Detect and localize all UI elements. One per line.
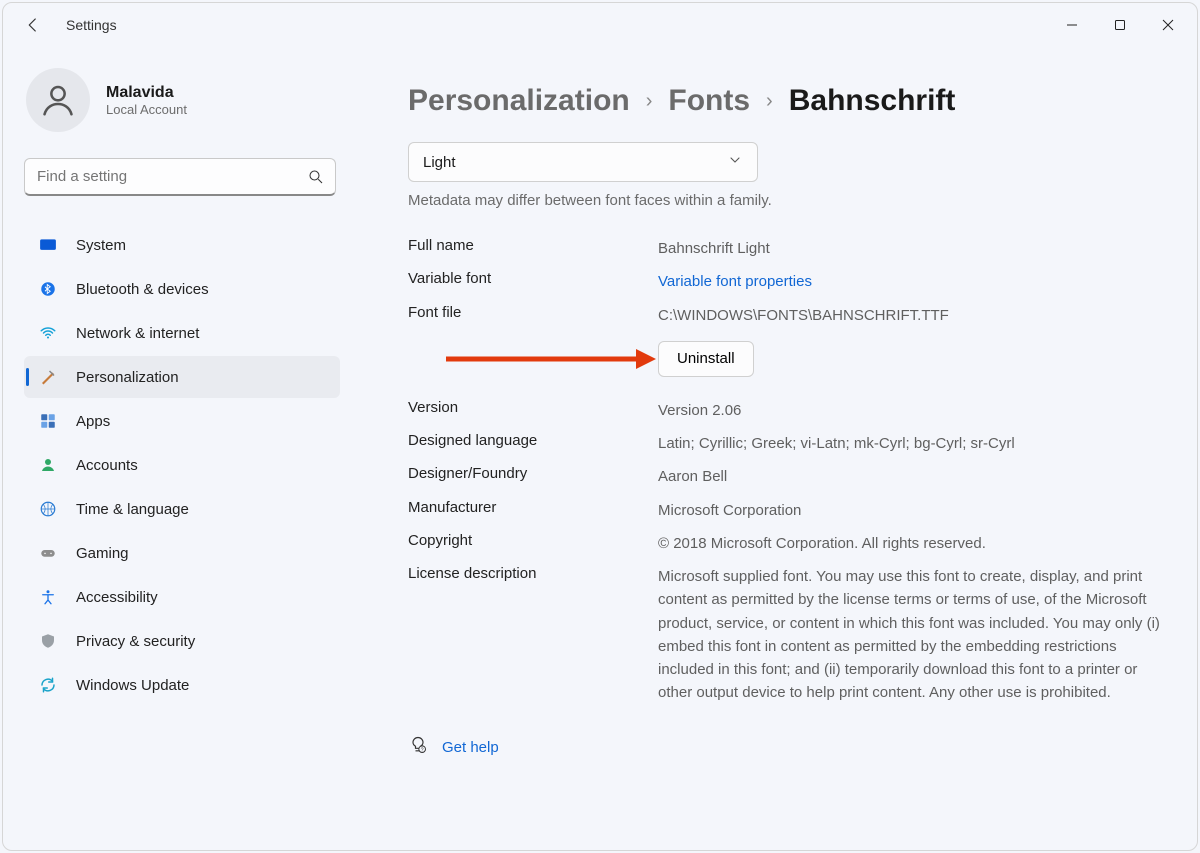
sidebar-item-apps[interactable]: Apps: [24, 400, 340, 442]
value-copyright: © 2018 Microsoft Corporation. All rights…: [658, 532, 986, 555]
svg-text:?: ?: [421, 747, 424, 753]
sidebar-item-label: Gaming: [76, 545, 129, 562]
sidebar-item-time-language[interactable]: Time & language: [24, 488, 340, 530]
label-designed-language: Designed language: [408, 432, 658, 449]
font-face-value: Light: [423, 154, 456, 171]
label-copyright: Copyright: [408, 532, 658, 549]
sidebar-item-label: Accounts: [76, 457, 138, 474]
breadcrumb-personalization[interactable]: Personalization: [408, 84, 630, 118]
sidebar-item-personalization[interactable]: Personalization: [24, 356, 340, 398]
wifi-icon: [38, 323, 58, 343]
bluetooth-icon: [38, 279, 58, 299]
breadcrumb-current: Bahnschrift: [789, 84, 956, 118]
sidebar-item-accessibility[interactable]: Accessibility: [24, 576, 340, 618]
label-variable-font: Variable font: [408, 270, 658, 287]
uninstall-button[interactable]: Uninstall: [658, 341, 754, 377]
system-icon: [38, 235, 58, 255]
app-title: Settings: [66, 17, 117, 33]
search-input[interactable]: [24, 158, 336, 196]
maximize-button[interactable]: [1096, 7, 1144, 43]
font-face-select[interactable]: Light: [408, 142, 758, 182]
label-full-name: Full name: [408, 237, 658, 254]
breadcrumb-fonts[interactable]: Fonts: [668, 84, 750, 118]
main: Personalization › Fonts › Bahnschrift Li…: [360, 50, 1200, 853]
arrow-annotation-icon: [446, 347, 656, 371]
sidebar-item-system[interactable]: System: [24, 224, 340, 266]
sidebar-item-label: Network & internet: [76, 325, 199, 342]
sidebar-item-accounts[interactable]: Accounts: [24, 444, 340, 486]
nav: System Bluetooth & devices Network & int…: [24, 224, 340, 706]
user-block[interactable]: Malavida Local Account: [24, 68, 352, 132]
gaming-icon: [38, 543, 58, 563]
link-variable-font-properties[interactable]: Variable font properties: [658, 270, 812, 293]
sidebar-item-label: Accessibility: [76, 589, 158, 606]
chevron-down-icon: [727, 152, 743, 172]
get-help-link[interactable]: Get help: [442, 739, 499, 756]
paintbrush-icon: [38, 367, 58, 387]
apps-icon: [38, 411, 58, 431]
search-icon[interactable]: [306, 167, 326, 187]
chevron-right-icon: ›: [766, 90, 773, 113]
value-license: Microsoft supplied font. You may use thi…: [658, 565, 1164, 705]
value-manufacturer: Microsoft Corporation: [658, 499, 801, 522]
breadcrumb: Personalization › Fonts › Bahnschrift: [408, 84, 1164, 118]
update-icon: [38, 675, 58, 695]
chevron-right-icon: ›: [646, 90, 653, 113]
sidebar-item-network[interactable]: Network & internet: [24, 312, 340, 354]
sidebar-item-label: Privacy & security: [76, 633, 195, 650]
help-icon: ?: [408, 735, 428, 760]
close-button[interactable]: [1144, 7, 1192, 43]
sidebar-item-label: Apps: [76, 413, 110, 430]
avatar: [26, 68, 90, 132]
label-version: Version: [408, 399, 658, 416]
minimize-button[interactable]: [1048, 7, 1096, 43]
value-font-file: C:\WINDOWS\FONTS\BAHNSCHRIFT.TTF: [658, 304, 949, 327]
accounts-icon: [38, 455, 58, 475]
titlebar: Settings: [0, 0, 1200, 50]
sidebar-item-label: Windows Update: [76, 677, 189, 694]
shield-icon: [38, 631, 58, 651]
sidebar-item-label: Bluetooth & devices: [76, 281, 209, 298]
sidebar-item-label: System: [76, 237, 126, 254]
globe-clock-icon: [38, 499, 58, 519]
value-designer: Aaron Bell: [658, 465, 727, 488]
back-button[interactable]: [24, 16, 42, 34]
search-wrap: [24, 158, 336, 196]
window-controls: [1048, 7, 1192, 43]
sidebar-item-label: Time & language: [76, 501, 189, 518]
value-designed-language: Latin; Cyrillic; Greek; vi-Latn; mk-Cyrl…: [658, 432, 1015, 455]
label-license: License description: [408, 565, 658, 582]
sidebar-item-gaming[interactable]: Gaming: [24, 532, 340, 574]
sidebar-item-label: Personalization: [76, 369, 179, 386]
user-name: Malavida: [106, 84, 187, 102]
sidebar: Malavida Local Account System Bluetooth …: [0, 50, 360, 853]
value-full-name: Bahnschrift Light: [658, 237, 770, 260]
label-manufacturer: Manufacturer: [408, 499, 658, 516]
accessibility-icon: [38, 587, 58, 607]
sidebar-item-bluetooth[interactable]: Bluetooth & devices: [24, 268, 340, 310]
value-version: Version 2.06: [658, 399, 741, 422]
sidebar-item-windows-update[interactable]: Windows Update: [24, 664, 340, 706]
label-font-file: Font file: [408, 304, 658, 321]
sidebar-item-privacy[interactable]: Privacy & security: [24, 620, 340, 662]
user-subtitle: Local Account: [106, 102, 187, 117]
meta-note: Metadata may differ between font faces w…: [408, 192, 1164, 209]
label-designer: Designer/Foundry: [408, 465, 658, 482]
